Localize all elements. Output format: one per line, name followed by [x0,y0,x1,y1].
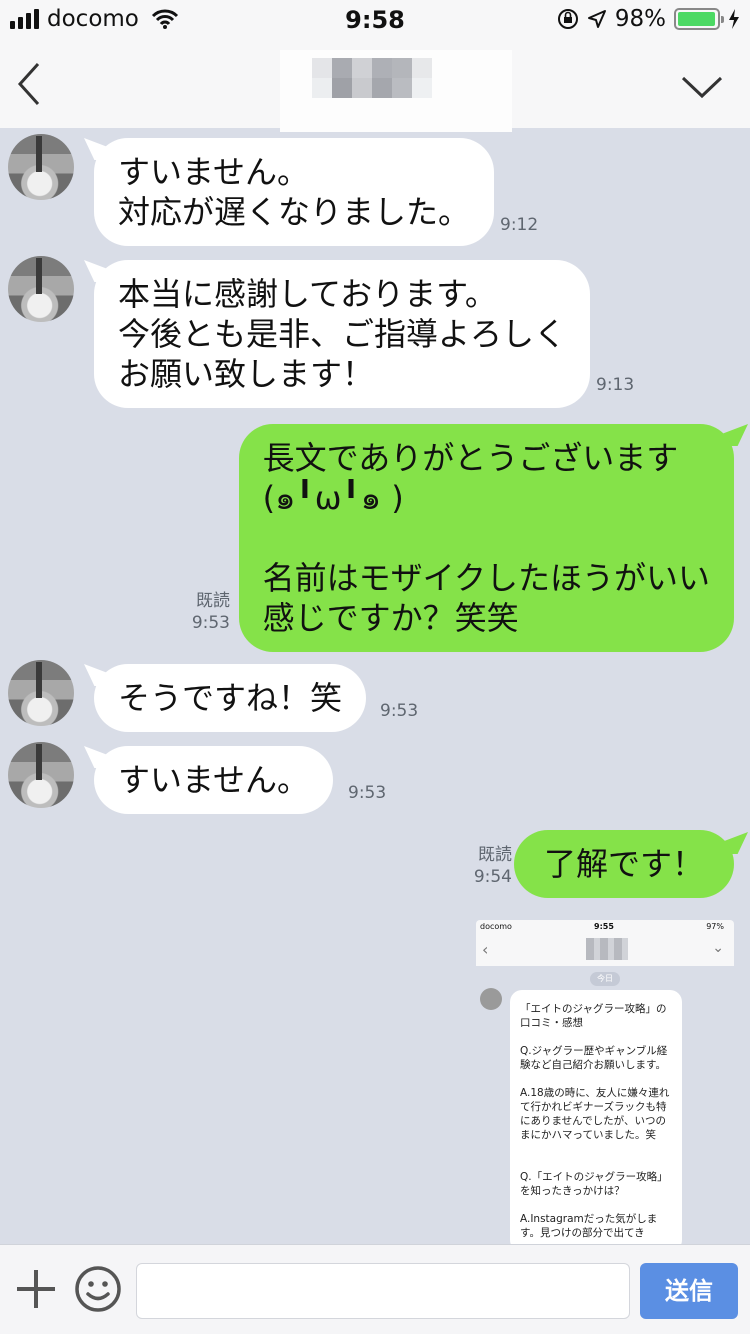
avatar[interactable] [8,660,74,726]
send-button[interactable]: 送信 [640,1263,738,1319]
chat-title-mosaic [280,50,512,132]
avatar[interactable] [8,134,74,200]
incoming-message-bubble[interactable]: すいません。 対応が遅くなりました。 [94,138,495,246]
message-input[interactable] [136,1263,630,1319]
thumb-avatar [480,988,502,1010]
message-meta: 既読 9:53 [170,590,230,634]
outgoing-message-bubble[interactable]: 長文でありがとうございます (๑╹ω╹๑ ) 名前はモザイクしたほうがいい 感じ… [238,424,734,652]
chevron-down-icon[interactable] [680,72,724,100]
incoming-message-bubble[interactable]: 本当に感謝しております。 今後とも是非、ご指導よろしく お願い致します！ [94,260,591,408]
thumb-message-bubble: 「エイトのジャグラー攻略」の 口コミ・感想 Q.ジャグラー歴やギャンブル経 験な… [510,990,682,1250]
chevron-left-icon[interactable] [14,60,44,108]
chat-header [0,40,750,132]
charging-icon [729,9,739,29]
battery-icon [674,8,724,30]
message-meta: 既読 9:54 [452,844,512,888]
thumb-status-bar: docomo 9:55 97% [476,920,734,934]
message-time: 9:54 [473,867,512,887]
smiley-icon[interactable] [74,1265,122,1313]
avatar[interactable] [8,742,74,808]
message-time: 9:13 [596,375,635,395]
message-time: 9:12 [500,215,539,235]
thumb-nav: ‹ ⌄ [476,934,734,966]
message-input-bar: 送信 [0,1244,750,1334]
message-time: 9:53 [380,701,419,721]
battery-percentage: 98% [614,6,666,32]
message-time: 9:53 [348,783,387,803]
orientation-lock-icon [557,9,578,29]
thumb-chevron-down-icon: ⌄ [712,940,724,956]
message-time: 9:53 [191,613,230,633]
thumb-carrier: docomo [480,922,512,931]
read-receipt: 既読 [478,845,512,865]
thumb-title-mosaic [586,938,628,960]
thumb-back-icon: ‹ [482,940,489,959]
status-bar: docomo 9:58 98% [0,0,750,40]
outgoing-message-bubble[interactable]: 了解です！ [513,830,734,898]
incoming-message-bubble[interactable]: そうですね！笑 [94,664,367,732]
shared-screenshot-image[interactable]: docomo 9:55 97% ‹ ⌄ 今日 「エイトのジャグラー攻略」の 口コ… [476,920,734,1250]
incoming-message-bubble[interactable]: すいません。 [94,746,334,814]
avatar[interactable] [8,256,74,322]
plus-icon[interactable] [14,1267,58,1311]
read-receipt: 既読 [196,591,230,611]
thumb-battery: 97% [706,922,724,931]
thumb-date-label: 今日 [590,972,620,986]
location-icon [587,10,606,28]
thumb-time: 9:55 [594,922,614,931]
